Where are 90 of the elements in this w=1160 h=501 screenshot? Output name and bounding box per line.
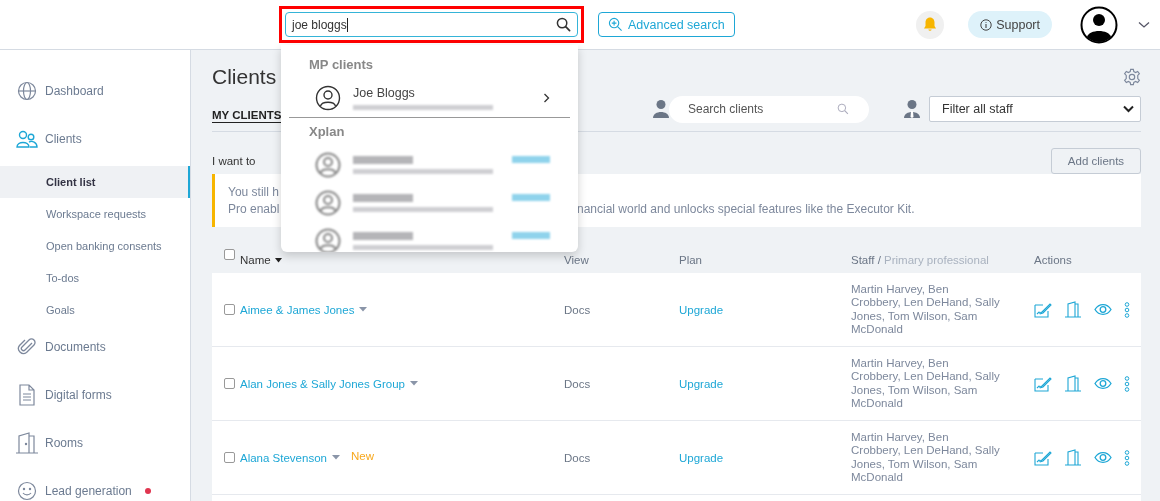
table-cell-text: Docs <box>564 303 592 316</box>
add-clients-button[interactable]: Add clients <box>1051 148 1141 174</box>
upgrade-link[interactable]: Upgrade <box>679 451 851 464</box>
eye-icon[interactable] <box>1094 303 1112 316</box>
globe-icon <box>17 81 37 101</box>
column-header: Plan <box>679 254 704 266</box>
column-header: View <box>564 254 590 266</box>
nav-subitem[interactable]: Workspace requests <box>0 198 190 230</box>
sort-caret-icon[interactable] <box>274 257 282 263</box>
edit-document-icon[interactable] <box>1034 449 1052 466</box>
edit-document-icon[interactable] <box>1034 375 1052 392</box>
table-cell-text: Docs <box>564 377 592 390</box>
notice-text: nancial world and unlocks special features like the Executor Kit. <box>577 202 915 216</box>
caret-icon[interactable] <box>331 455 340 460</box>
search-icon <box>556 17 571 32</box>
notice-text: You still h <box>228 185 279 199</box>
more-options-icon[interactable] <box>1124 449 1130 466</box>
user-icon <box>315 85 341 111</box>
result-name: Joe Bloggs <box>353 86 416 100</box>
user-icon <box>315 228 341 252</box>
person-icon <box>652 99 670 119</box>
row-checkbox[interactable] <box>224 378 235 389</box>
upgrade-link[interactable]: Upgrade <box>679 303 851 316</box>
client-name-link[interactable]: Alan Jones & Sally Jones Group <box>240 377 405 390</box>
edit-document-icon[interactable] <box>1034 301 1052 318</box>
page-title: Clients <box>212 65 277 89</box>
staff-icon <box>903 99 921 119</box>
row-checkbox[interactable] <box>224 304 235 315</box>
upgrade-link[interactable]: Upgrade <box>679 377 851 390</box>
zoom-in-icon <box>608 17 623 32</box>
door-icon[interactable] <box>1064 449 1082 466</box>
search-icon <box>837 103 849 115</box>
select-all-checkbox[interactable] <box>224 249 235 260</box>
chevron-down-icon <box>1123 105 1134 113</box>
smiley-icon <box>17 481 37 501</box>
user-icon <box>315 190 341 216</box>
client-name-link[interactable]: Alana Stevenson <box>240 451 327 464</box>
i-want-to-label: I want to <box>212 155 256 169</box>
eye-icon[interactable] <box>1094 451 1112 464</box>
nav-subitem[interactable]: To-dos <box>0 262 190 294</box>
nav-subitem[interactable]: Open banking consents <box>0 230 190 262</box>
row-checkbox[interactable] <box>224 452 235 463</box>
nav-subitem[interactable]: Goals <box>0 294 190 326</box>
chevron-down-icon[interactable] <box>1138 20 1150 29</box>
client-search-field[interactable]: Search clients <box>669 95 869 123</box>
new-label: New <box>350 449 374 462</box>
nav-item[interactable]: Rooms <box>0 430 190 456</box>
blurred-text <box>353 156 413 164</box>
notice-text: Pro enabl <box>228 202 280 216</box>
search-result[interactable]: Joe Bloggs <box>289 79 570 117</box>
nav-item[interactable]: Lead generation <box>0 478 190 501</box>
chevron-right-icon <box>543 93 550 103</box>
table-cell: Martin Harvey, Ben Crobbery, Len DeHand, Sally Jones, Tom Wilson, Sam McDonald <box>851 282 1001 337</box>
search-field[interactable]: joe bloggs <box>285 12 578 37</box>
document-icon <box>18 384 36 406</box>
nav-item[interactable]: Documents <box>0 334 190 360</box>
door-icon <box>15 432 39 454</box>
advanced-search-button[interactable]: Advanced search <box>598 12 735 37</box>
notification-button[interactable] <box>916 10 945 39</box>
caret-icon[interactable] <box>409 381 418 386</box>
table-cell: Martin Harvey, Ben Crobbery, Len DeHand, Sally Jones, Tom Wilson, Sam McDonald <box>851 356 1001 411</box>
bell-icon <box>922 16 939 33</box>
more-options-icon[interactable] <box>1124 301 1130 318</box>
people-icon <box>16 129 38 149</box>
column-header: Staff / Primary professional <box>851 254 990 266</box>
staff-filter-dropdown[interactable]: Filter all staff <box>929 96 1141 122</box>
table-cell-text: Docs <box>564 451 592 464</box>
client-name-link[interactable]: Aimee & James Jones <box>240 303 355 316</box>
nav-item[interactable]: Dashboard <box>0 78 190 104</box>
column-header: Actions <box>1034 254 1073 266</box>
user-avatar-icon[interactable] <box>1080 5 1118 44</box>
table-cell: Martin Harvey, Ben Crobbery, Len DeHand, Sally Jones, Tom Wilson, Sam McDonald <box>851 430 1001 485</box>
caret-icon[interactable] <box>359 307 368 312</box>
column-header[interactable]: Name <box>237 254 271 266</box>
more-options-icon[interactable] <box>1124 375 1130 392</box>
group-heading: Xplan <box>308 124 346 141</box>
settings-icon[interactable] <box>1123 68 1141 86</box>
info-icon <box>980 18 993 31</box>
nav-subitem[interactable]: Client list <box>0 166 190 198</box>
eye-icon[interactable] <box>1094 377 1112 390</box>
blurred-text <box>353 194 413 202</box>
group-heading: MP clients <box>308 57 375 74</box>
nav-item[interactable]: Clients <box>0 126 190 152</box>
user-icon <box>315 152 341 178</box>
paperclip-icon <box>17 337 37 357</box>
door-icon[interactable] <box>1064 375 1082 392</box>
nav-item[interactable]: Digital forms <box>0 382 190 408</box>
blurred-text <box>353 232 413 240</box>
support-button[interactable]: Support <box>968 11 1052 38</box>
door-icon[interactable] <box>1064 301 1082 318</box>
